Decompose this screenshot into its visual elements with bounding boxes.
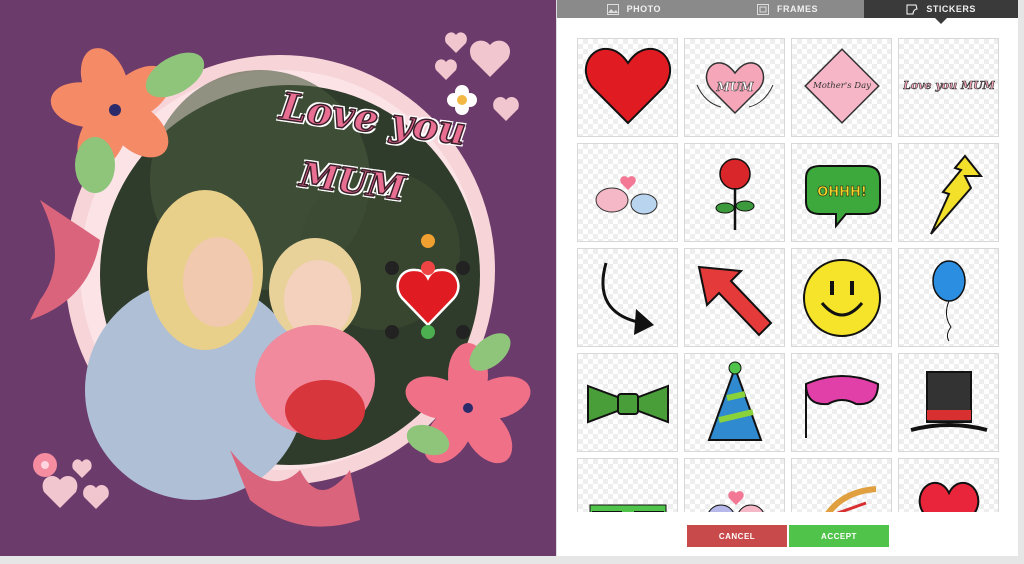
sticker-red-arrow[interactable] — [684, 248, 785, 347]
sticker-lightning-arrow[interactable] — [898, 143, 999, 242]
sticker-cupid-bow[interactable] — [791, 458, 892, 512]
frames-icon — [757, 3, 769, 15]
cats-icon — [707, 490, 764, 512]
lightning-icon — [929, 153, 983, 235]
mothers-day-icon: Mother's Day — [803, 47, 880, 124]
sticker-love-birds[interactable] — [577, 143, 678, 242]
sticker-grid: MUM Mother's Day Love you MUM OHHH! — [577, 38, 999, 512]
mother-face — [183, 237, 253, 327]
sticker-cats[interactable] — [684, 458, 785, 512]
tab-stickers[interactable]: STICKERS — [864, 0, 1019, 24]
mask-icon — [804, 374, 879, 438]
sticker-icon — [906, 4, 919, 14]
accept-button[interactable]: ACCEPT — [789, 525, 889, 547]
tab-frames[interactable]: FRAMES — [711, 0, 865, 18]
smiley-icon — [802, 258, 881, 337]
heart-icon — [918, 481, 979, 512]
top-hat-icon — [909, 370, 988, 432]
sunglasses-icon — [589, 504, 666, 512]
love-you-mum-icon: Love you MUM — [903, 78, 995, 92]
tab-photo-label: PHOTO — [626, 4, 661, 14]
tab-frames-label: FRAMES — [777, 4, 818, 14]
mum-heart-icon: MUM — [696, 61, 773, 114]
sticker-bow-tie[interactable] — [577, 353, 678, 452]
pink-daisy — [33, 453, 57, 477]
red-arrow-icon — [697, 265, 772, 336]
sticker-curved-arrow[interactable] — [577, 248, 678, 347]
window-shadow-bottom — [0, 556, 1024, 564]
canvas-artwork — [30, 32, 531, 527]
rose-icon — [715, 157, 754, 230]
sticker-sunglasses[interactable] — [577, 458, 678, 512]
sticker-grid-scroll[interactable]: MUM Mother's Day Love you MUM OHHH! — [577, 38, 999, 512]
photo-icon — [606, 3, 619, 15]
sticker-ohhh[interactable]: OHHH! — [791, 143, 892, 242]
sticker-smiley[interactable] — [791, 248, 892, 347]
bow-tie-icon — [586, 384, 669, 423]
sticker-balloon[interactable] — [898, 248, 999, 347]
sticker-heart[interactable] — [898, 458, 999, 512]
photo-canvas[interactable]: Love you MUM — [0, 0, 556, 556]
sticker-love-you-mum[interactable]: Love you MUM — [898, 38, 999, 137]
sticker-love-text: Love you MUM — [903, 79, 995, 92]
sticker-red-heart[interactable] — [577, 38, 678, 137]
window-shadow-right — [1018, 0, 1024, 564]
balloon-icon — [931, 259, 966, 341]
sticker-mothers-day-text: Mother's Day — [812, 81, 871, 91]
sticker-mum-heart[interactable]: MUM — [684, 38, 785, 137]
sticker-mask[interactable] — [791, 353, 892, 452]
party-hat-icon — [707, 361, 762, 441]
speech-bubble-icon: OHHH! — [804, 164, 881, 229]
editor-panel: PHOTO FRAMES STICKERS MUM Mother's Day L… — [556, 0, 1019, 556]
sticker-mothers-day[interactable]: Mother's Day — [791, 38, 892, 137]
heart-icon — [584, 47, 671, 124]
sticker-rose[interactable] — [684, 143, 785, 242]
sticker-ohhh-text: OHHH! — [817, 185, 867, 200]
tab-photo[interactable]: PHOTO — [557, 0, 711, 18]
curved-arrow-icon — [600, 262, 654, 335]
sticker-top-hat[interactable] — [898, 353, 999, 452]
deco-heart-bottom — [42, 475, 78, 508]
birds-icon — [595, 175, 657, 214]
tab-bar: PHOTO FRAMES STICKERS — [557, 0, 1019, 24]
action-bar: CANCEL ACCEPT — [557, 516, 1019, 556]
app-window: Love you MUM PHOTO FRAMES STICKERS MUM M… — [0, 0, 1024, 564]
tab-stickers-label: STICKERS — [926, 4, 976, 14]
sticker-mum-text: MUM — [715, 80, 754, 94]
deco-heart — [469, 40, 511, 77]
cupid-bow-icon — [824, 485, 876, 512]
cancel-button[interactable]: CANCEL — [687, 525, 787, 547]
sticker-party-hat[interactable] — [684, 353, 785, 452]
